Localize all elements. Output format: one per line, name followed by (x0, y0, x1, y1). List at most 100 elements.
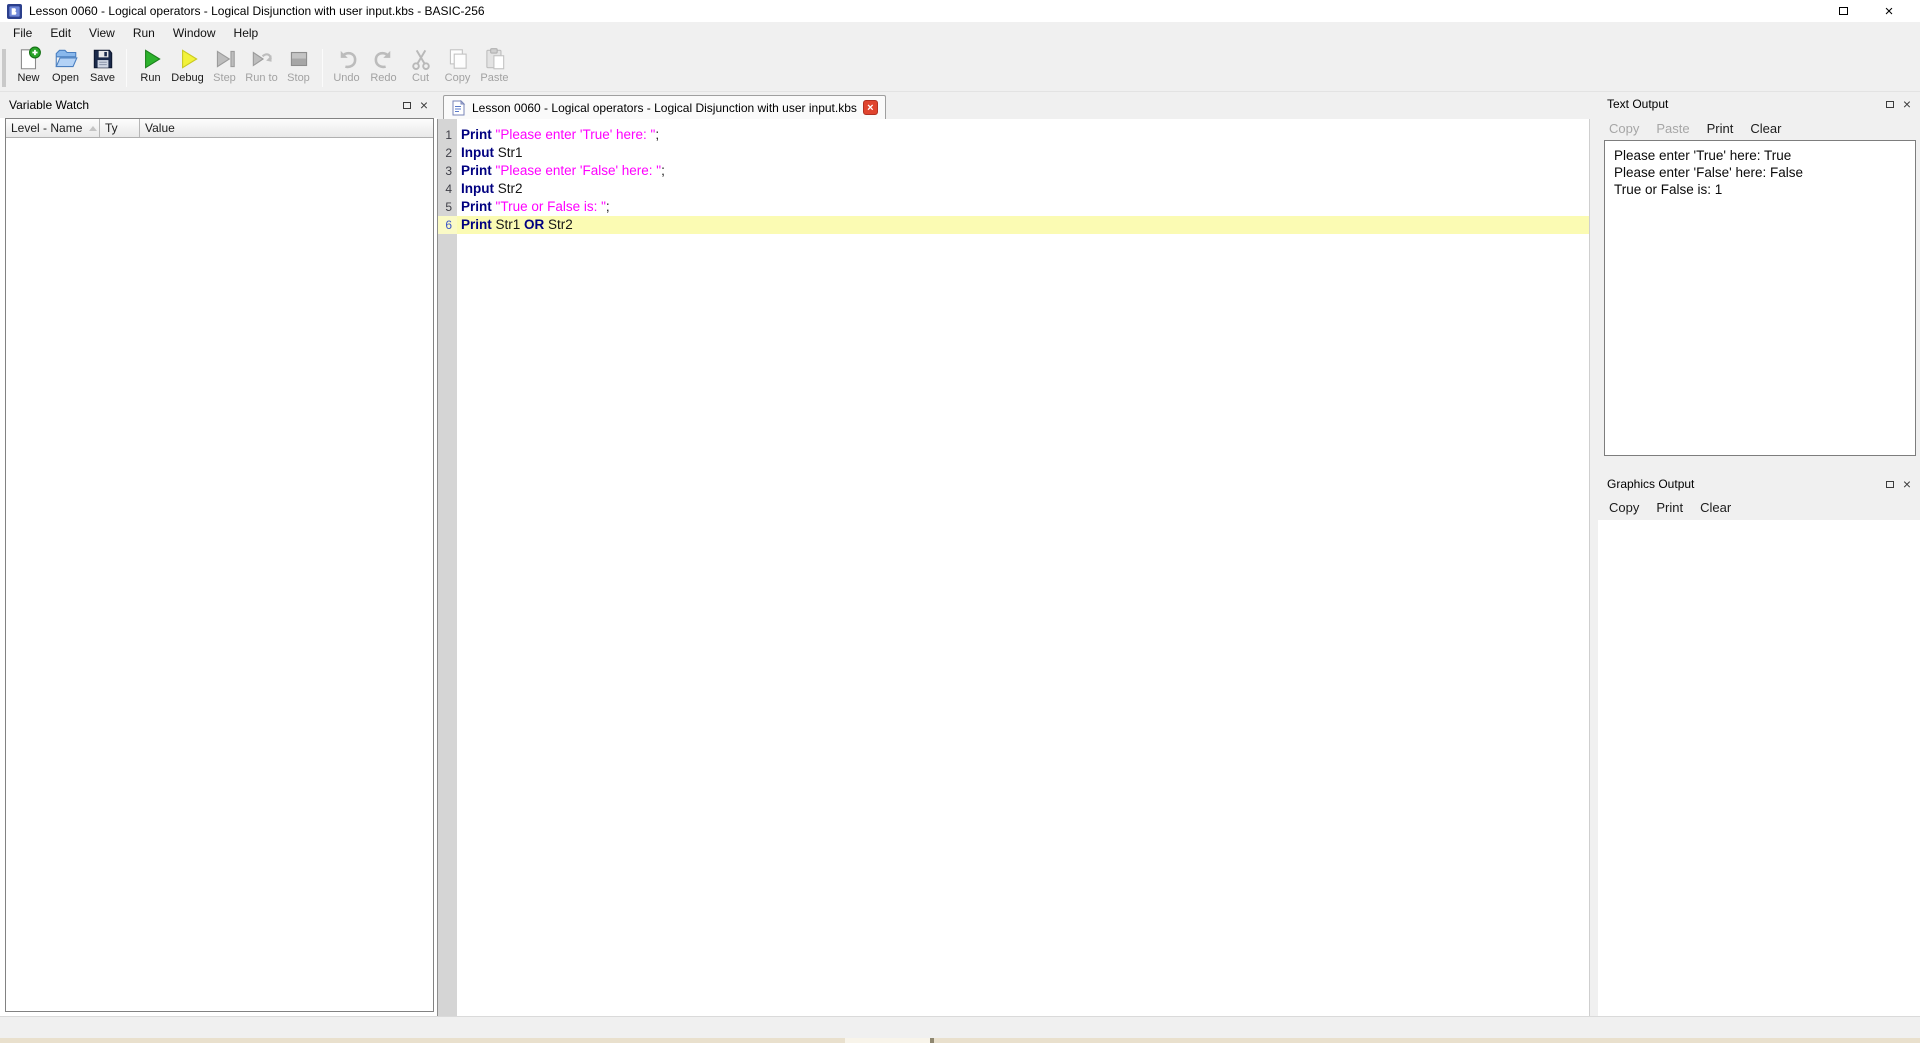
variable-watch-close-icon[interactable]: × (420, 98, 428, 112)
editor-tab-bar: Lesson 0060 - Logical operators - Logica… (437, 92, 1590, 119)
graphics-output-clear-button[interactable]: Clear (1700, 500, 1731, 515)
toolbar-button-run-to[interactable]: Run to (243, 46, 280, 84)
window-title: Lesson 0060 - Logical operators - Logica… (29, 4, 485, 18)
step-icon (212, 46, 238, 72)
toolbar-label: Redo (370, 72, 397, 84)
line-number[interactable]: 1 (438, 126, 457, 144)
tab-close-icon[interactable]: × (862, 100, 878, 115)
text-output-clear-button[interactable]: Clear (1750, 121, 1781, 136)
toolbar-button-open[interactable]: Open (47, 46, 84, 84)
variable-watch-float-icon[interactable] (402, 98, 416, 109)
toolbar-label: Save (89, 72, 116, 84)
toolbar-button-debug[interactable]: Debug (169, 46, 206, 84)
toolbar-button-stop[interactable]: Stop (280, 46, 317, 84)
toolbar-label: Stop (287, 72, 310, 84)
text-output-float-icon[interactable] (1885, 97, 1899, 108)
redo-icon (371, 46, 397, 72)
cut-icon (408, 46, 434, 72)
toolbar-label: Paste (480, 72, 509, 84)
run-to-icon (249, 46, 275, 72)
editor-region: Lesson 0060 - Logical operators - Logica… (437, 92, 1590, 1016)
watch-column-label: Level - Name (11, 121, 83, 135)
graphics-output-toolbar: Copy Print Clear (1598, 496, 1920, 518)
line-number[interactable]: 4 (438, 180, 457, 198)
toolbar-label: New (17, 72, 40, 84)
watch-column-ty[interactable]: Ty (100, 119, 140, 137)
taskbar-edge (0, 1038, 1920, 1043)
menu-item-help[interactable]: Help (225, 22, 268, 44)
toolbar-button-redo[interactable]: Redo (365, 46, 402, 84)
menu-item-window[interactable]: Window (164, 22, 225, 44)
toolbar-grip[interactable] (2, 49, 6, 87)
code-line-3[interactable]: 3 Print "Please enter 'False' here: "; (438, 162, 1589, 180)
taskbar-edge-highlight (845, 1038, 930, 1043)
graphics-output-float-icon[interactable] (1885, 477, 1899, 488)
line-number[interactable]: 6 (438, 216, 457, 234)
code-line-2[interactable]: 2 Input Str1 (438, 144, 1589, 162)
menu-item-edit[interactable]: Edit (41, 22, 80, 44)
text-output-close-icon[interactable]: × (1903, 97, 1911, 111)
code-editor[interactable]: 1 Print "Please enter 'True' here: "; 2 Inp… (437, 119, 1590, 1016)
toolbar-button-cut[interactable]: Cut (402, 46, 439, 84)
variable-watch-titlebar: Variable Watch × (0, 92, 437, 118)
output-line: Please enter 'False' here: False (1614, 165, 1803, 180)
line-number[interactable]: 5 (438, 198, 457, 216)
open-folder-icon (53, 46, 79, 72)
variable-watch-table[interactable]: Level - Name Ty Value (5, 118, 434, 1012)
graphics-output-print-button[interactable]: Print (1656, 500, 1683, 515)
code-line-6[interactable]: 6 Print Str1 OR Str2 (438, 216, 1589, 234)
editor-tab[interactable]: Lesson 0060 - Logical operators - Logica… (443, 95, 886, 119)
toolbar-label: Cut (411, 72, 430, 84)
document-icon (450, 99, 466, 116)
output-line: Please enter 'True' here: True (1614, 148, 1792, 163)
menu-item-file[interactable]: File (4, 22, 41, 44)
toolbar-button-copy[interactable]: Copy (439, 46, 476, 84)
code-line-4[interactable]: 4 Input Str2 (438, 180, 1589, 198)
graphics-output-copy-button[interactable]: Copy (1609, 500, 1639, 515)
graphics-output-titlebar: Graphics Output × (1598, 472, 1920, 496)
line-number[interactable]: 3 (438, 162, 457, 180)
sort-ascending-icon (89, 125, 98, 131)
toolbar-label: Debug (171, 72, 204, 84)
watch-column-label: Ty (105, 121, 118, 135)
splitter-text-graphics[interactable] (1598, 456, 1920, 472)
code-text: Print Str1 OR Str2 (457, 216, 1589, 234)
text-output-titlebar: Text Output × (1598, 92, 1920, 116)
toolbar-separator (126, 49, 127, 87)
line-number[interactable]: 2 (438, 144, 457, 162)
menu-item-run[interactable]: Run (124, 22, 164, 44)
text-output-paste-button[interactable]: Paste (1656, 121, 1689, 136)
variable-watch-panel: Variable Watch × Level - Name Ty Value (0, 92, 437, 1016)
restore-button[interactable] (1820, 0, 1866, 22)
toolbar-button-save[interactable]: Save (84, 46, 121, 84)
text-output-copy-button[interactable]: Copy (1609, 121, 1639, 136)
toolbar-button-undo[interactable]: Undo (328, 46, 365, 84)
text-output-title: Text Output (1607, 97, 1669, 111)
debug-icon (175, 46, 201, 72)
basic256-app-icon (7, 3, 22, 19)
copy-icon (445, 46, 471, 72)
graphics-output-close-icon[interactable]: × (1903, 477, 1911, 491)
code-line-1[interactable]: 1 Print "Please enter 'True' here: "; (438, 126, 1589, 144)
minimize-button[interactable] (1774, 0, 1820, 22)
text-output-toolbar: Copy Paste Print Clear (1598, 117, 1920, 139)
code-text: Input Str2 (461, 181, 523, 196)
menu-item-view[interactable]: View (80, 22, 124, 44)
toolbar-button-paste[interactable]: Paste (476, 46, 513, 84)
code-line-5[interactable]: 5 Print "True or False is: "; (438, 198, 1589, 216)
taskbar-edge-divider (930, 1038, 934, 1043)
toolbar-button-new[interactable]: New (10, 46, 47, 84)
toolbar-button-step[interactable]: Step (206, 46, 243, 84)
output-line: True or False is: 1 (1614, 182, 1723, 197)
graphics-output-area[interactable] (1598, 520, 1920, 1016)
close-button[interactable]: × (1866, 0, 1912, 22)
variable-watch-header: Level - Name Ty Value (6, 119, 433, 138)
watch-column-value[interactable]: Value (140, 119, 433, 137)
toolbar-button-run[interactable]: Run (132, 46, 169, 84)
text-output-area[interactable]: Please enter 'True' here: True Please ent… (1604, 140, 1916, 456)
title-bar: Lesson 0060 - Logical operators - Logica… (0, 0, 1920, 22)
watch-column-label: Value (145, 121, 175, 135)
text-output-print-button[interactable]: Print (1707, 121, 1734, 136)
toolbar-label: Step (213, 72, 236, 84)
watch-column-level---name[interactable]: Level - Name (6, 119, 100, 137)
